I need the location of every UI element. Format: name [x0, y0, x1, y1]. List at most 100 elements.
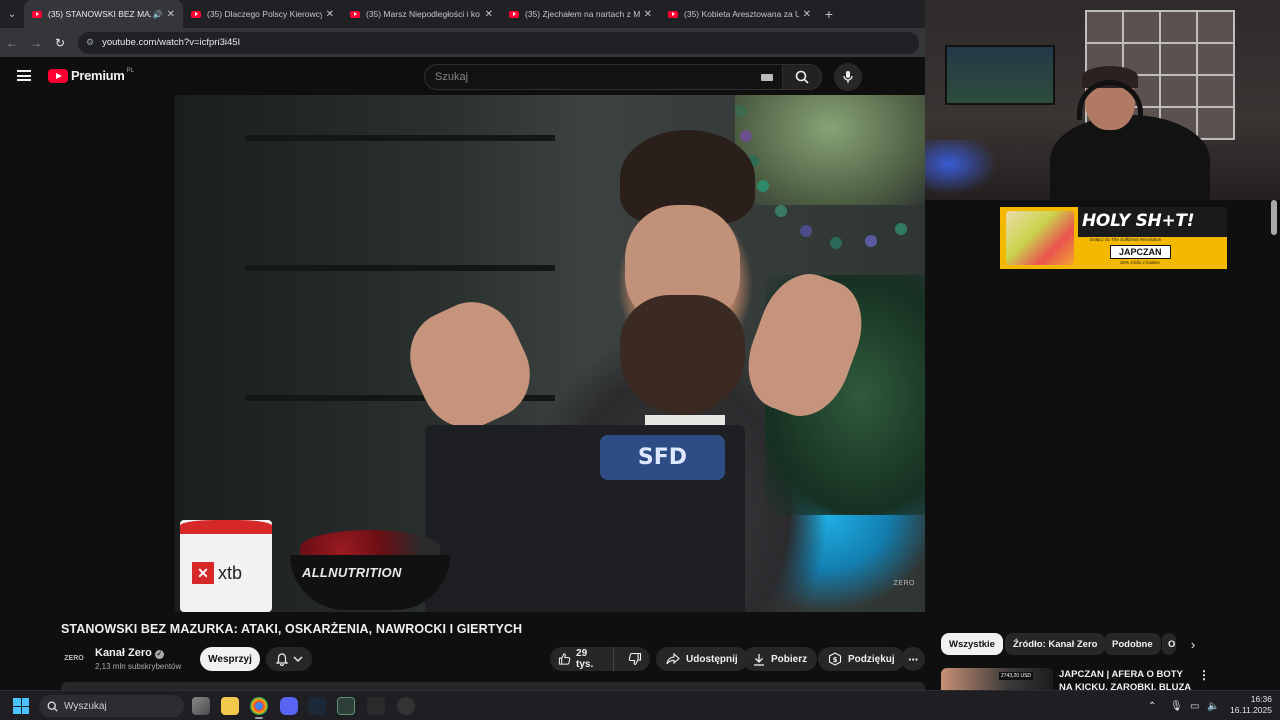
tab-close-icon[interactable]: ✕: [644, 9, 652, 20]
windows-taskbar: Wyszukaj ⌃ 🎙 ▭ 🔈 16:36 16.11.2025: [0, 690, 1280, 720]
thanks-button[interactable]: $ Podziękuj: [818, 647, 905, 671]
youtube-favicon-icon: [32, 10, 42, 18]
tab-search-chevron-icon[interactable]: ⌄: [0, 0, 24, 28]
mug-rim: [180, 520, 272, 534]
recommendation-thumbnail[interactable]: 2743,20 USD: [941, 668, 1053, 690]
keyboard-icon[interactable]: [761, 73, 773, 81]
chip-related[interactable]: Podobne: [1104, 633, 1161, 655]
laptop: SFD: [425, 425, 745, 612]
browser-tab[interactable]: (35) Zjechałem na nartach z Mo ✕: [501, 0, 660, 28]
channel-name[interactable]: Kanał Zero: [95, 647, 152, 659]
tab-title: (35) Kobieta Aresztowana za Uj: [684, 9, 799, 19]
more-actions-icon[interactable]: ···: [901, 647, 925, 671]
mug-brand-text: xtb: [218, 563, 243, 583]
chrome-icon[interactable]: [250, 697, 268, 715]
voice-search-button[interactable]: [834, 63, 862, 91]
banner-code: JAPCZAN: [1110, 245, 1171, 259]
background-shelf: [245, 265, 555, 271]
reload-icon[interactable]: ↻: [48, 36, 72, 50]
new-tab-plus-icon[interactable]: +: [819, 6, 839, 22]
url-field[interactable]: ⚙ youtube.com/watch?v=icfpri3i45I: [78, 31, 919, 54]
search-button[interactable]: [782, 64, 822, 90]
epic-games-icon[interactable]: [367, 697, 385, 715]
back-arrow-icon[interactable]: ←: [0, 36, 24, 50]
task-view-icon[interactable]: [192, 697, 210, 715]
secondary-column: [925, 200, 1280, 690]
tab-close-icon[interactable]: ✕: [485, 9, 493, 20]
background-shelf: [245, 135, 555, 141]
browser-tab[interactable]: (35) Kobieta Aresztowana za Uj ✕: [660, 0, 819, 28]
share-arrow-icon: [666, 653, 680, 665]
browser-tab[interactable]: (35) Marsz Niepodległości i ko ✕: [342, 0, 501, 28]
like-dislike-group: 29 tys.: [550, 647, 650, 671]
obs-icon[interactable]: [397, 697, 415, 715]
youtube-premium-logo[interactable]: Premium PL: [48, 68, 134, 83]
chip-source-channel[interactable]: Źródło: Kanał Zero: [1005, 633, 1106, 655]
dislike-button[interactable]: [620, 647, 650, 671]
site-settings-icon[interactable]: ⚙: [86, 37, 94, 48]
youtube-favicon-icon: [350, 10, 360, 18]
like-count: 29 tys.: [576, 648, 594, 670]
chevron-right-icon[interactable]: ›: [1182, 633, 1204, 655]
video-title: STANOWSKI BEZ MAZURKA: ATAKI, OSKARŻENIA…: [61, 622, 523, 636]
tab-close-icon[interactable]: ✕: [326, 9, 334, 20]
share-label: Udostępnij: [686, 653, 738, 665]
presenter-beard: [620, 295, 745, 415]
steam-icon[interactable]: [308, 697, 326, 715]
webcam-lamp-glow: [925, 140, 1005, 200]
page-scrollbar[interactable]: [1271, 200, 1277, 235]
chevron-down-icon: [293, 656, 302, 662]
streamer-webcam-overlay: [925, 0, 1280, 200]
browser-tab[interactable]: (35) STANOWSKI BEZ MAZU 🔊 ✕: [24, 0, 183, 28]
chip-partial[interactable]: O: [1162, 633, 1176, 655]
sponsor-banner: HOLY SH+T! Dołącz do The SoftDrink Revol…: [1000, 207, 1227, 269]
video-player[interactable]: SFD ALLNUTRITION ✕ xtb ZERO: [175, 95, 925, 612]
windows-start-icon[interactable]: [13, 698, 29, 714]
discord-icon[interactable]: [280, 697, 298, 715]
brand-text: Premium: [71, 68, 125, 83]
speaker-icon[interactable]: 🔊: [153, 10, 163, 19]
description-box[interactable]: [61, 682, 925, 690]
file-explorer-icon[interactable]: [221, 697, 239, 715]
kebab-menu-icon[interactable]: ⋮: [1198, 668, 1210, 682]
browser-tab[interactable]: (35) Dlaczego Polscy Kierowcy ✕: [183, 0, 342, 28]
search-icon: [795, 70, 809, 84]
network-icon[interactable]: ▭: [1190, 691, 1199, 720]
chip-all[interactable]: Wszystkie: [941, 633, 1003, 655]
download-button[interactable]: Pobierz: [743, 647, 818, 671]
support-button[interactable]: Wesprzyj: [200, 647, 260, 671]
active-app-indicator: [255, 717, 263, 719]
tab-title: (35) Marsz Niepodległości i ko: [366, 9, 480, 19]
thumbs-up-icon: [558, 653, 571, 665]
browser-tab-strip: ⌄ (35) STANOWSKI BEZ MAZU 🔊 ✕ (35) Dlacz…: [0, 0, 925, 28]
taskbar-clock[interactable]: 16:36 16.11.2025: [1224, 694, 1272, 716]
country-code: PL: [126, 67, 134, 74]
taskbar-search[interactable]: Wyszukaj: [39, 695, 184, 717]
search-box: [424, 64, 784, 90]
channel-name-row[interactable]: Kanał Zero ✓: [95, 647, 164, 659]
tab-close-icon[interactable]: ✕: [167, 9, 175, 20]
app-icon[interactable]: [337, 697, 355, 715]
tab-close-icon[interactable]: ✕: [803, 9, 811, 20]
webcam-aquarium: [945, 45, 1055, 105]
microphone-icon: [843, 71, 853, 83]
bead-decoration: [775, 205, 787, 217]
channel-avatar[interactable]: ZERO: [61, 648, 87, 668]
youtube-favicon-icon: [668, 10, 678, 18]
clock-date: 16.11.2025: [1230, 705, 1272, 715]
volume-icon[interactable]: 🔈: [1207, 691, 1219, 720]
thumbs-down-icon: [628, 652, 642, 666]
notifications-button[interactable]: [266, 647, 312, 671]
share-button[interactable]: Udostępnij: [656, 647, 748, 671]
hamburger-menu-icon[interactable]: [17, 70, 31, 81]
microphone-tray-icon[interactable]: 🎙: [1170, 691, 1183, 720]
bead-decoration: [757, 180, 769, 192]
tray-chevron-icon[interactable]: ⌃: [1148, 691, 1156, 720]
forward-arrow-icon[interactable]: →: [24, 36, 48, 50]
recommendation-title[interactable]: JAPCZAN | AFERA O BOTY NA KICKU, ZAROBKI…: [1059, 668, 1194, 690]
channel-watermark: ZERO: [893, 580, 915, 587]
tab-title: (35) Dlaczego Polscy Kierowcy: [207, 9, 322, 19]
xtb-logo-icon: ✕: [192, 562, 214, 584]
search-input[interactable]: [435, 71, 761, 83]
like-button[interactable]: 29 tys.: [550, 647, 614, 671]
